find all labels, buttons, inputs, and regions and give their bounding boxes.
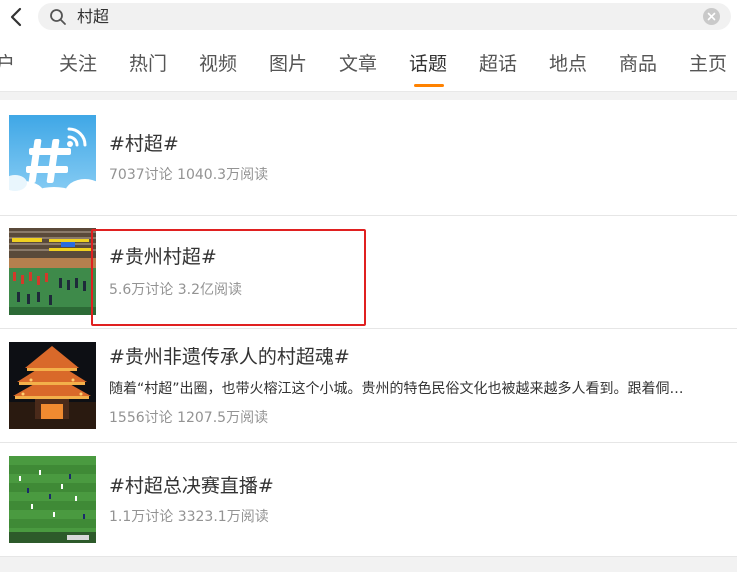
tab-super-topics[interactable]: 超话 bbox=[479, 53, 517, 75]
close-icon bbox=[707, 12, 716, 21]
topic-item-final-live[interactable]: #村超总决赛直播# 1.1万讨论 3323.1万阅读 bbox=[0, 443, 737, 557]
topic-thumbnail bbox=[9, 115, 96, 202]
search-input[interactable] bbox=[77, 5, 677, 28]
tab-images[interactable]: 图片 bbox=[269, 53, 307, 75]
topic-stats: 1.1万讨论 3323.1万阅读 bbox=[109, 509, 269, 525]
topic-description: 随着“村超”出圈，也带火榕江这个小城。贵州的特色民俗文化也被越来越多人看到。跟着… bbox=[109, 381, 684, 397]
active-tab-indicator bbox=[414, 84, 444, 87]
tab-products[interactable]: 商品 bbox=[619, 53, 657, 75]
topic-thumbnail bbox=[9, 456, 96, 543]
topic-item-feiyi-cunchao[interactable]: #贵州非遗传承人的村超魂# 随着“村超”出圈，也带火榕江这个小城。贵州的特色民俗… bbox=[0, 329, 737, 442]
tab-places[interactable]: 地点 bbox=[549, 53, 587, 75]
search-category-tabs: 户 关注 热门 视频 图片 文章 话题 超话 地点 商品 主页 bbox=[0, 33, 737, 91]
tab-articles[interactable]: 文章 bbox=[339, 53, 377, 75]
topic-stats: 7037讨论 1040.3万阅读 bbox=[109, 167, 269, 183]
tab-homepage[interactable]: 主页 bbox=[689, 53, 727, 75]
list-bottom-gap bbox=[0, 557, 737, 572]
hashtag-topic-icon bbox=[9, 115, 96, 202]
topic-thumbnail bbox=[9, 228, 96, 315]
topic-title: #村超总决赛直播# bbox=[109, 475, 274, 497]
tab-video[interactable]: 视频 bbox=[199, 53, 237, 75]
back-button[interactable] bbox=[7, 6, 27, 28]
search-box[interactable] bbox=[38, 3, 731, 30]
topic-thumbnail bbox=[9, 342, 96, 429]
topic-item-guizhou-cunchao[interactable]: #贵州村超# 5.6万讨论 3.2亿阅读 bbox=[0, 216, 737, 328]
football-pitch-photo bbox=[9, 456, 96, 543]
stadium-photo bbox=[9, 228, 96, 315]
chevron-left-icon bbox=[10, 7, 22, 27]
tab-users[interactable]: 户 bbox=[0, 53, 15, 75]
topic-stats: 1556讨论 1207.5万阅读 bbox=[109, 410, 269, 426]
search-results-page: 户 关注 热门 视频 图片 文章 话题 超话 地点 商品 主页 bbox=[0, 0, 737, 572]
topic-stats: 5.6万讨论 3.2亿阅读 bbox=[109, 282, 242, 298]
search-icon bbox=[49, 8, 67, 26]
clear-search-button[interactable] bbox=[703, 8, 720, 25]
section-gap bbox=[0, 92, 737, 100]
topic-title: #村超# bbox=[109, 133, 179, 155]
topic-title: #贵州村超# bbox=[109, 246, 217, 268]
topic-item-cunchao[interactable]: #村超# 7037讨论 1040.3万阅读 bbox=[0, 100, 737, 215]
drum-tower-night-photo bbox=[9, 342, 96, 429]
search-header bbox=[0, 0, 737, 33]
tab-following[interactable]: 关注 bbox=[59, 53, 97, 75]
topic-title: #贵州非遗传承人的村超魂# bbox=[109, 346, 350, 368]
tab-topics[interactable]: 话题 bbox=[409, 53, 447, 75]
tab-hot[interactable]: 热门 bbox=[129, 53, 167, 75]
